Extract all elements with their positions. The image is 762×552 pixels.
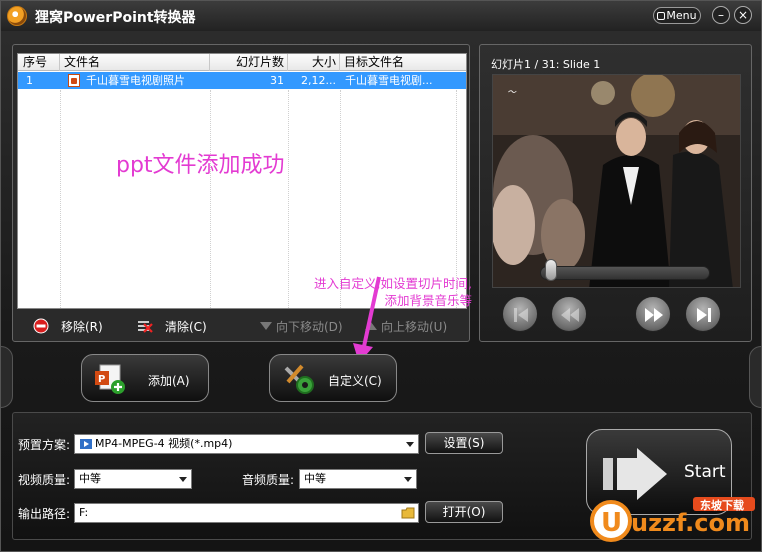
row-size: 2,12... (301, 74, 336, 87)
left-frame-ornament (1, 346, 13, 408)
last-slide-button[interactable] (685, 296, 721, 332)
video-quality-select[interactable]: 中等 (74, 469, 192, 489)
audio-quality-value: 中等 (304, 472, 326, 485)
customize-button[interactable]: 自定义(C) (269, 354, 397, 402)
skip-back-icon (514, 308, 528, 322)
add-button[interactable]: P 添加(A) (81, 354, 209, 402)
preset-select[interactable]: MP4-MPEG-4 视频(*.mp4) (74, 434, 419, 454)
audio-quality-select[interactable]: 中等 (299, 469, 417, 489)
column-header-index[interactable]: 序号 (18, 54, 60, 71)
remove-label: 移除(R) (61, 320, 103, 334)
skip-forward-icon (697, 308, 711, 322)
tools-gear-icon (284, 364, 314, 394)
row-slides: 31 (270, 74, 284, 87)
table-row[interactable]: 1 千山暮雪电视剧照片 31 2,12... 千山暮雪电视剧... (18, 72, 466, 89)
first-slide-button[interactable] (502, 296, 538, 332)
rewind-icon (561, 308, 579, 322)
svg-text:〜: 〜 (507, 88, 517, 98)
right-frame-ornament (749, 346, 761, 408)
settings-button[interactable]: 设置(S) (425, 432, 503, 454)
column-header-size[interactable]: 大小 (288, 54, 340, 71)
row-index: 1 (26, 74, 33, 87)
column-header-file-name[interactable]: 文件名 (60, 54, 210, 71)
close-button[interactable]: × (734, 6, 752, 24)
fast-forward-icon (645, 308, 663, 322)
menu-label: Menu (666, 9, 697, 22)
row-file-name: 千山暮雪电视剧照片 (86, 74, 185, 87)
success-annotation: ppt文件添加成功 (116, 153, 285, 178)
app-logo-icon (7, 6, 27, 26)
close-icon: × (737, 8, 749, 22)
output-path-field[interactable]: F: (74, 503, 419, 523)
window-title: 狸窝PowerPoint转换器 (35, 10, 196, 26)
preset-label: 预置方案: (18, 438, 71, 452)
site-watermark: U 东坡下载 uzzf.com (589, 489, 759, 547)
preset-value: MP4-MPEG-4 视频(*.mp4) (95, 437, 233, 450)
title-bar[interactable]: 狸窝PowerPoint转换器 Menu – × (1, 1, 761, 31)
column-header-slides[interactable]: 幻灯片数 (210, 54, 288, 71)
move-down-label: 向下移动(D) (276, 320, 343, 334)
chevron-down-icon (179, 477, 187, 482)
video-quality-label: 视频质量: (18, 473, 71, 487)
customize-label: 自定义(C) (328, 374, 382, 388)
add-label: 添加(A) (148, 374, 190, 388)
list-action-bar: 移除(R) 清除(C) 向下移动(D) 向上移动(U) (13, 315, 469, 339)
menu-icon (657, 12, 666, 20)
ppt-file-icon (68, 74, 80, 87)
arrow-down-icon (260, 322, 272, 330)
slide-photo-illustration: 〜 (493, 75, 740, 287)
chevron-down-icon (406, 442, 414, 447)
svg-text:U: U (601, 508, 622, 538)
annotation-arrow (353, 276, 381, 363)
watermark-domain: uzzf.com (631, 509, 750, 537)
audio-quality-label: 音频质量: (242, 473, 295, 487)
column-divider (210, 90, 211, 308)
column-header-target-name[interactable]: 目标文件名 (340, 54, 466, 71)
slide-progress-thumb[interactable] (544, 259, 557, 281)
previous-slide-button[interactable] (551, 296, 587, 332)
row-target-name: 千山暮雪电视剧... (345, 74, 433, 87)
preview-panel: 幻灯片1 / 31: Slide 1 〜 (479, 44, 752, 342)
slide-label: 幻灯片1 / 31: Slide 1 (491, 58, 601, 71)
output-path-value: F: (79, 506, 89, 519)
clear-label: 清除(C) (165, 320, 207, 334)
clear-list-icon (138, 321, 153, 333)
start-label: Start (684, 462, 726, 482)
column-divider (60, 90, 61, 308)
minimize-button[interactable]: – (712, 6, 730, 24)
no-entry-icon (33, 318, 49, 334)
output-path-label: 输出路径: (18, 507, 71, 521)
file-list-table[interactable]: 序号 文件名 幻灯片数 大小 目标文件名 1 千山暮雪电视剧照片 31 2,12… (17, 53, 467, 309)
move-down-button[interactable]: 向下移动(D) (258, 318, 343, 336)
chevron-down-icon (404, 477, 412, 482)
video-format-icon (80, 439, 92, 449)
minimize-icon: – (718, 8, 724, 22)
clear-button[interactable]: 清除(C) (137, 318, 207, 336)
open-button-label: 打开(O) (442, 505, 486, 519)
settings-button-label: 设置(S) (443, 436, 485, 450)
remove-button[interactable]: 移除(R) (33, 318, 103, 336)
svg-text:P: P (98, 374, 105, 385)
open-folder-button[interactable]: 打开(O) (425, 501, 503, 523)
app-window: 狸窝PowerPoint转换器 Menu – × 序号 文件名 幻灯片数 大小 … (0, 0, 762, 552)
next-slide-button[interactable] (635, 296, 671, 332)
slide-progress-track[interactable] (540, 266, 710, 280)
slide-preview-image: 〜 (492, 74, 741, 288)
add-ppt-icon: P (95, 364, 125, 394)
video-quality-value: 中等 (79, 472, 101, 485)
file-list-panel: 序号 文件名 幻灯片数 大小 目标文件名 1 千山暮雪电视剧照片 31 2,12… (12, 44, 472, 342)
menu-button[interactable]: Menu (653, 7, 701, 24)
folder-icon[interactable] (401, 507, 415, 519)
table-header: 序号 文件名 幻灯片数 大小 目标文件名 (18, 54, 466, 71)
